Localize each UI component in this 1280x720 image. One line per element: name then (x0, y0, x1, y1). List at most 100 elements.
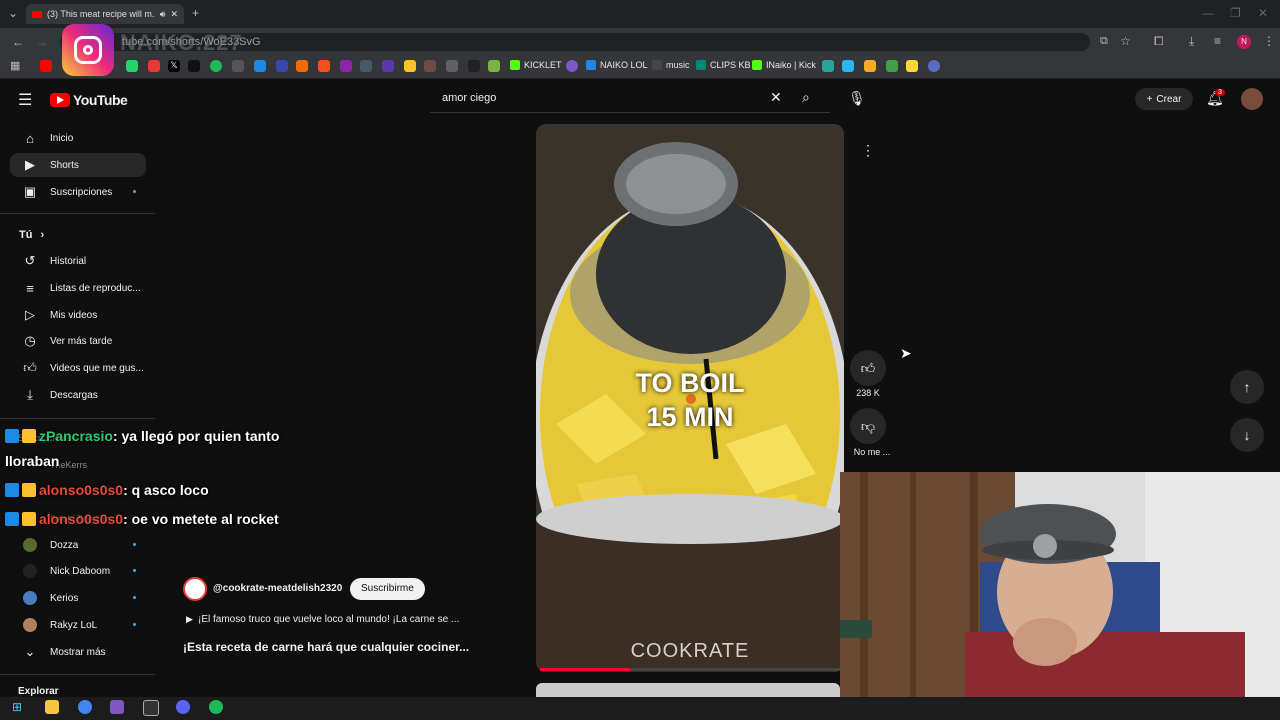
youtube-logo[interactable]: YouTube (50, 92, 128, 108)
search-box: ✕ ⌕ (430, 86, 830, 113)
file-explorer-icon[interactable] (45, 700, 59, 714)
obs-icon[interactable] (143, 700, 159, 716)
channel-avatar[interactable] (183, 577, 207, 601)
bookmark-star-icon[interactable]: ☆ (1120, 34, 1131, 48)
bookmark-icon[interactable] (842, 60, 854, 72)
short-video-player[interactable]: TO BOIL 15 MIN COOKRATE (536, 124, 844, 672)
speaker-icon[interactable]: 🔊︎ (160, 9, 166, 20)
bookmark-naiko-lol[interactable]: NAIKO LOL (586, 60, 648, 70)
discord-icon[interactable] (176, 700, 190, 714)
sidebar-item-inicio[interactable]: ⌂ Inicio (10, 126, 146, 150)
video-progress-bar[interactable] (540, 668, 840, 671)
bookmark-icon[interactable] (148, 60, 160, 72)
extensions-icon[interactable]: ⧠ (1154, 34, 1164, 49)
account-avatar[interactable] (1241, 88, 1263, 110)
dislike-button[interactable]: 👎︎ (850, 408, 886, 444)
close-window-icon[interactable]: ✕ (1258, 6, 1268, 20)
bookmark-icon[interactable] (822, 60, 834, 72)
bookmark-music[interactable]: music (652, 60, 690, 70)
sidebar-item-descargas[interactable]: ⤓ Descargas (10, 383, 146, 407)
sidebar-item-kerios[interactable]: Kerios (10, 586, 146, 610)
channel-handle[interactable]: @cookrate-meatdelish2320 (213, 583, 342, 594)
bookmark-icon[interactable] (424, 60, 436, 72)
sidebar-you-header[interactable]: Tú › (10, 223, 146, 247)
bookmark-icon[interactable] (276, 60, 288, 72)
bookmark-icon[interactable] (566, 60, 578, 72)
clear-search-icon[interactable]: ✕ (770, 89, 782, 106)
bookmark-icon[interactable] (906, 60, 918, 72)
next-short-preview[interactable] (536, 683, 840, 697)
short-title[interactable]: ¡Esta receta de carne hará que cualquier… (183, 640, 469, 654)
sidebar-item-playlists[interactable]: ≡ Listas de reproduc... (10, 276, 146, 300)
bookmark-icon[interactable] (318, 60, 330, 72)
install-app-icon[interactable]: ⧉ (1100, 35, 1108, 48)
bookmark-icon[interactable] (232, 60, 244, 72)
sidebar-show-more[interactable]: ⌄ Mostrar más (10, 640, 146, 664)
browser-menu-icon[interactable]: ⋮ (1263, 34, 1275, 48)
create-button[interactable]: + Crear (1135, 88, 1193, 110)
sidebar-item-suscripciones[interactable]: ▣ Suscripciones (10, 180, 146, 204)
bookmark-icon[interactable] (404, 60, 416, 72)
youtube-bookmark-icon[interactable] (40, 60, 52, 72)
bookmark-icon[interactable] (360, 60, 372, 72)
home-icon: ⌂ (26, 130, 34, 146)
chevron-down-icon: ⌄ (24, 644, 36, 659)
new-tab-icon[interactable]: + (192, 6, 199, 20)
sidebar-item-rakyz-lol[interactable]: Rakyz LoL (10, 613, 146, 637)
short-caption[interactable]: ¡El famoso truco que vuelve loco al mund… (198, 614, 459, 625)
new-content-dot (133, 596, 136, 599)
bookmark-icon[interactable] (886, 60, 898, 72)
more-options-icon[interactable]: ⋮ (850, 132, 886, 168)
windows-start-icon[interactable]: ⊞ (12, 700, 22, 714)
caption-expand-icon[interactable]: ▶ (186, 614, 193, 625)
bookmark-icon[interactable] (446, 60, 458, 72)
sidebar-item-historial[interactable]: ↺ Historial (10, 249, 146, 273)
sidebar-item-shorts[interactable]: ▶ Shorts (10, 153, 146, 177)
app-icon[interactable] (110, 700, 124, 714)
x-bookmark-icon[interactable]: 𝕏 (168, 60, 180, 72)
minimize-icon[interactable]: — (1202, 6, 1214, 20)
spotify-icon[interactable] (209, 700, 223, 714)
bookmark-icon[interactable] (864, 60, 876, 72)
apps-grid-icon[interactable]: ▦ (10, 59, 20, 72)
tab-list-icon[interactable]: ⌄ (8, 6, 18, 20)
bookmark-icon[interactable] (296, 60, 308, 72)
thumbs-down-icon: 👎︎ (860, 417, 876, 434)
microphone-icon[interactable]: 🎙︎ (848, 90, 866, 107)
bookmark-inaiko-kick[interactable]: INaiko | Kick (752, 60, 816, 70)
browser-tab[interactable]: (3) This meat recipe will m... 🔊︎ ✕ (26, 4, 184, 24)
sidebar-item-nick-daboom[interactable]: Nick Daboom (10, 559, 146, 583)
bookmark-icon[interactable] (468, 60, 480, 72)
sidebar-item-ver-mas-tarde[interactable]: ◷ Ver más tarde (10, 329, 146, 353)
spotify-bookmark-icon[interactable] (210, 60, 222, 72)
search-icon[interactable]: ⌕ (802, 89, 810, 106)
youtube-wordmark: YouTube (73, 92, 128, 108)
download-icon[interactable]: ⤓ (1189, 34, 1194, 49)
close-tab-icon[interactable]: ✕ (170, 9, 178, 20)
bookmark-icon[interactable] (340, 60, 352, 72)
search-input[interactable] (440, 91, 764, 105)
whatsapp-bookmark-icon[interactable] (126, 60, 138, 72)
chat-username: alonso0s0s0 (39, 482, 124, 498)
hamburger-menu-icon[interactable]: ☰ (18, 90, 32, 110)
forward-icon[interactable]: → (36, 35, 48, 49)
bookmark-kicklet[interactable]: KICKLET (510, 60, 562, 70)
bookmark-icon[interactable] (928, 60, 940, 72)
sidebar-item-mis-videos[interactable]: ▷ Mis videos (10, 303, 146, 327)
bookmark-clips-kb[interactable]: CLIPS KB (696, 60, 751, 70)
next-short-button[interactable]: ↓ (1230, 418, 1264, 452)
like-button[interactable]: 👍︎ (850, 350, 886, 386)
previous-short-button[interactable]: ↑ (1230, 370, 1264, 404)
sidebar-item-dozza[interactable]: Dozza (10, 533, 146, 557)
bookmark-icon[interactable] (488, 60, 500, 72)
bookmark-icon[interactable] (382, 60, 394, 72)
profile-avatar[interactable]: N (1237, 35, 1251, 49)
bookmark-icon[interactable] (254, 60, 266, 72)
reading-list-icon[interactable]: ≡ (1214, 34, 1221, 48)
subscribe-button[interactable]: Suscribirme (350, 578, 425, 600)
sidebar-item-liked-videos[interactable]: 👍︎ Videos que me gus... (10, 356, 146, 380)
back-icon[interactable]: ← (12, 35, 24, 49)
maximize-icon[interactable]: ❐ (1230, 6, 1241, 20)
chrome-icon[interactable] (78, 700, 92, 714)
tiktok-bookmark-icon[interactable] (188, 60, 200, 72)
